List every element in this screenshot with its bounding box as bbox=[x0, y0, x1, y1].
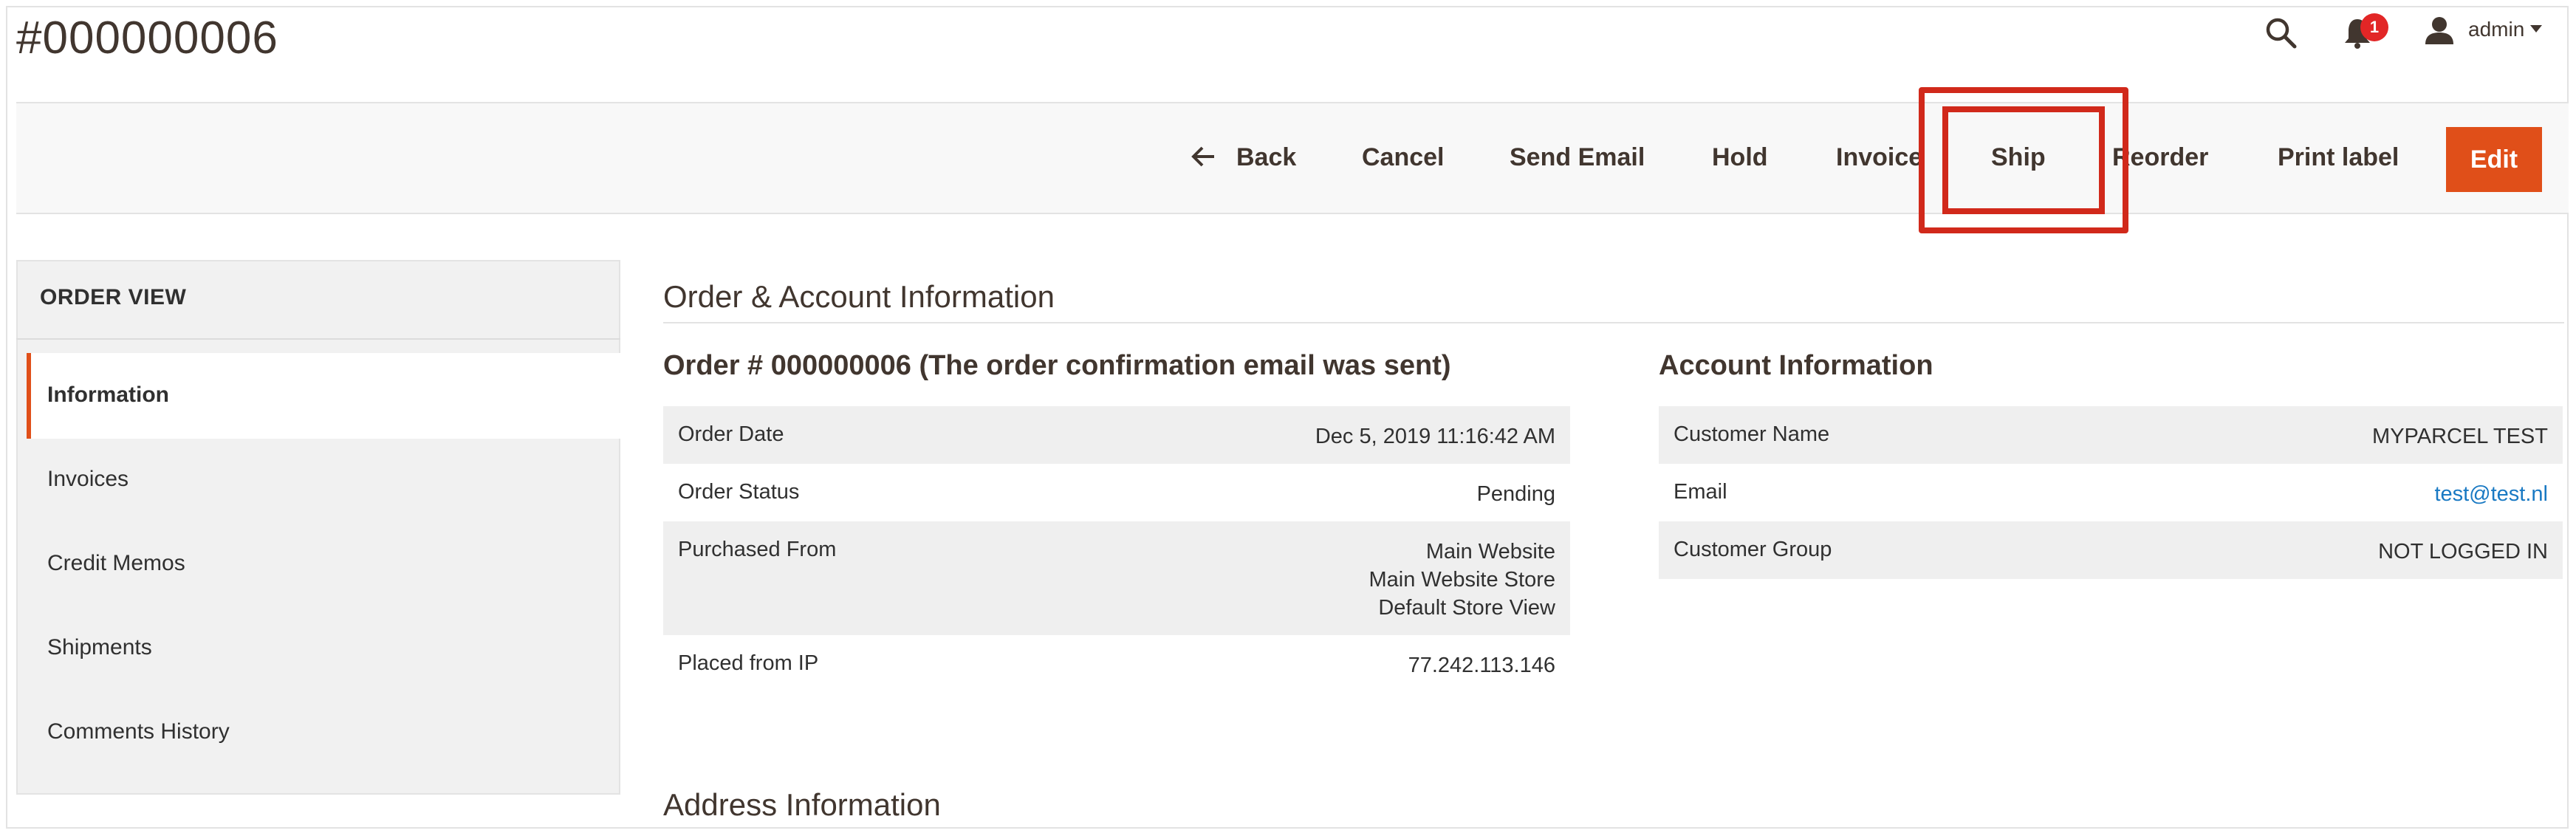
edit-button[interactable]: Edit bbox=[2446, 127, 2542, 192]
order-row-status: Order Status Pending bbox=[663, 464, 1570, 521]
purchased-from-line: Main Website bbox=[1425, 540, 1555, 563]
sidebar-item-comments-history[interactable]: Comments History bbox=[47, 719, 230, 744]
placed-from-ip-label: Placed from IP bbox=[678, 651, 819, 675]
purchased-from-line: Default Store View bbox=[1378, 596, 1555, 620]
placed-from-ip-value: 77.242.113.146 bbox=[1408, 654, 1555, 677]
search-icon[interactable] bbox=[2264, 16, 2297, 49]
hold-button[interactable]: Hold bbox=[1712, 140, 1768, 174]
purchased-from-value: Main Website Main Website Store Default … bbox=[1368, 538, 1555, 622]
purchased-from-line: Main Website Store bbox=[1368, 568, 1555, 592]
account-row-email: Email test@test.nl bbox=[1659, 464, 2563, 521]
order-date-value: Dec 5, 2019 11:16:42 AM bbox=[1315, 425, 1555, 448]
customer-group-value: NOT LOGGED IN bbox=[2378, 540, 2548, 563]
section-divider bbox=[663, 322, 2564, 323]
email-link[interactable]: test@test.nl bbox=[2434, 480, 2548, 508]
section-title-address: Address Information bbox=[663, 787, 941, 822]
sidebar-divider bbox=[16, 338, 620, 340]
account-row-group: Customer Group NOT LOGGED IN bbox=[1659, 521, 2563, 579]
section-title-order-account: Order & Account Information bbox=[663, 279, 1055, 314]
order-date-label: Order Date bbox=[678, 422, 784, 446]
notification-count-badge[interactable]: 1 bbox=[2360, 13, 2388, 41]
order-view-sidebar bbox=[16, 260, 620, 795]
cancel-button[interactable]: Cancel bbox=[1362, 140, 1445, 174]
email-label: Email bbox=[1674, 480, 1727, 504]
sidebar-item-invoices[interactable]: Invoices bbox=[47, 467, 129, 492]
order-title: Order # 000000006 (The order confirmatio… bbox=[663, 350, 1451, 381]
admin-user-menu[interactable]: admin bbox=[2468, 18, 2524, 41]
sidebar-item-credit-memos[interactable]: Credit Memos bbox=[47, 551, 185, 576]
order-row-ip: Placed from IP 77.242.113.146 bbox=[663, 635, 1570, 693]
print-label-button[interactable]: Print label bbox=[2278, 140, 2399, 174]
user-icon[interactable] bbox=[2424, 15, 2455, 46]
purchased-from-label: Purchased From bbox=[678, 538, 837, 561]
chevron-down-icon[interactable] bbox=[2530, 25, 2542, 32]
customer-group-label: Customer Group bbox=[1674, 538, 1832, 561]
sidebar-title: ORDER VIEW bbox=[40, 285, 187, 309]
customer-name-label: Customer Name bbox=[1674, 422, 1830, 446]
order-status-label: Order Status bbox=[678, 480, 800, 504]
sidebar-item-information[interactable]: Information bbox=[47, 383, 169, 408]
page-title: #000000006 bbox=[16, 13, 278, 64]
customer-name-value: MYPARCEL TEST bbox=[2372, 425, 2548, 448]
order-row-purchased-from: Purchased From Main Website Main Website… bbox=[663, 521, 1570, 635]
invoice-button[interactable]: Invoice bbox=[1836, 140, 1922, 174]
send-email-button[interactable]: Send Email bbox=[1510, 140, 1645, 174]
order-status-value: Pending bbox=[1476, 482, 1555, 506]
arrow-left-icon[interactable] bbox=[1191, 145, 1217, 168]
back-button[interactable]: Back bbox=[1236, 140, 1296, 174]
account-row-name: Customer Name MYPARCEL TEST bbox=[1659, 406, 2563, 464]
order-row-date: Order Date Dec 5, 2019 11:16:42 AM bbox=[663, 406, 1570, 464]
account-title: Account Information bbox=[1659, 350, 1933, 381]
sidebar-item-shipments[interactable]: Shipments bbox=[47, 635, 152, 660]
ship-highlight-inner-box bbox=[1942, 106, 2105, 214]
